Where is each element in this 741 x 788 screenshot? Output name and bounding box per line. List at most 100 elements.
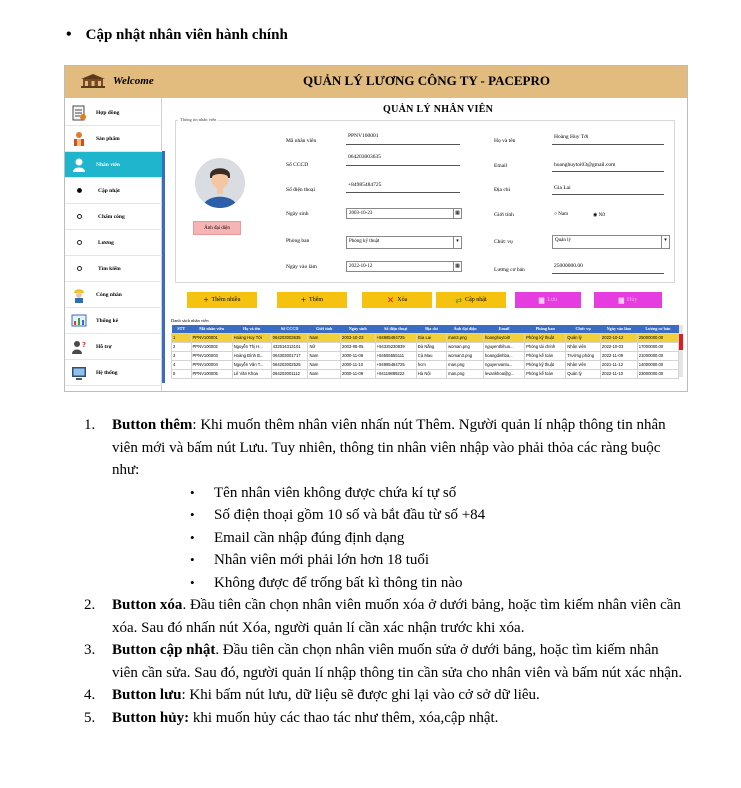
column-header[interactable]: Họ và tên bbox=[232, 325, 272, 333]
citizen-id-field[interactable]: 064203003635 bbox=[348, 154, 381, 160]
table-row[interactable]: 3 PPNV100003 Hoàng Đình B... 06430300171… bbox=[171, 350, 680, 361]
column-header[interactable]: Giới tính bbox=[307, 325, 341, 333]
column-header[interactable]: Mã nhân viên bbox=[191, 325, 233, 333]
department-select[interactable]: Phòng kỹ thuật ▾ bbox=[346, 236, 462, 249]
table-row[interactable]: 4 PPNV100004 Nguyễn Văn T... 06420300252… bbox=[171, 359, 680, 370]
item-title: Button xóa bbox=[112, 597, 183, 613]
sidebar-subitem-update[interactable]: Cập nhật bbox=[65, 178, 162, 204]
radio-empty-icon bbox=[77, 240, 82, 245]
sidebar-subitem-attendance[interactable]: Chấm công bbox=[65, 204, 162, 230]
sidebar-item-employee[interactable]: Nhân viên bbox=[65, 152, 162, 178]
add-many-button[interactable]: + Thêm nhiều bbox=[187, 292, 257, 308]
gender-male-radio[interactable]: ○ Nam bbox=[554, 212, 568, 217]
table-cell: 25000000.00 bbox=[636, 332, 680, 343]
plus-icon: + bbox=[203, 295, 209, 305]
table-row[interactable]: 2 PPNV100002 Nguyễn Thị H... 43251431310… bbox=[171, 341, 680, 352]
gender-female-label: Nữ bbox=[598, 213, 605, 218]
constraint-list: • Tên nhân viên không được chứa kí tự số … bbox=[112, 482, 684, 595]
chevron-down-icon[interactable]: ▾ bbox=[661, 236, 669, 248]
column-header[interactable]: Ảnh đại diện bbox=[446, 325, 484, 333]
item-title: Button lưu bbox=[112, 687, 182, 703]
sidebar-subitem-salary[interactable]: Lương bbox=[65, 230, 162, 256]
sidebar-item-system[interactable]: Hệ thống bbox=[65, 360, 162, 386]
sidebar-subitem-search[interactable]: Tìm kiếm bbox=[65, 256, 162, 282]
column-header[interactable]: Số CCCD bbox=[271, 325, 308, 333]
email-field[interactable]: hoanghuytoi03@gmail.com bbox=[554, 162, 615, 168]
column-header[interactable]: STT bbox=[171, 325, 191, 333]
table-cell: PPNV100004 bbox=[190, 359, 233, 370]
constraint-text: Nhân viên mới phải lớn hơn 18 tuổi bbox=[214, 552, 430, 568]
column-header[interactable]: Lương cơ bản bbox=[637, 325, 679, 333]
table-scrollbar[interactable] bbox=[679, 325, 683, 377]
table-cell: woman.png bbox=[446, 341, 484, 352]
sidebar-item-label: Hợp đồng bbox=[96, 109, 120, 116]
info-panel-caption: Thông tin nhân viên bbox=[178, 117, 219, 122]
full-name-field[interactable]: Hoàng Huy Tới bbox=[554, 134, 589, 140]
add-button[interactable]: + Thêm bbox=[277, 292, 347, 308]
radio-empty-icon bbox=[77, 266, 82, 271]
item-title: Button hủy: bbox=[112, 709, 190, 726]
update-button[interactable]: ⇄ Cập nhật bbox=[436, 292, 506, 308]
table-cell: Nguyễn Thị H... bbox=[231, 341, 272, 352]
table-cell: 21000000.00 bbox=[636, 350, 680, 361]
list-item: 5. Button hủy: khi muốn hủy các thao tác… bbox=[84, 707, 684, 730]
gender-female-radio[interactable]: ◉ Nữ bbox=[593, 212, 605, 218]
constraint-text: Số điện thoại gồm 10 số và bắt đầu từ số… bbox=[214, 507, 486, 523]
sidebar-item-statistics[interactable]: Thống kê bbox=[65, 308, 162, 334]
list-item: 3. Button cập nhật. Đầu tiên cần chọn nh… bbox=[84, 639, 684, 684]
table-cell: Hoàng Huy Tới bbox=[231, 332, 272, 343]
column-header[interactable]: Số điện thoại bbox=[375, 325, 417, 333]
phone-underline bbox=[346, 192, 460, 193]
table-row[interactable]: 1 PPNV100001 Hoàng Huy Tới 064203003635 … bbox=[171, 332, 680, 343]
avatar-button[interactable]: Ảnh đại diện bbox=[193, 221, 241, 235]
sidebar-item-contract[interactable]: Hợp đồng bbox=[65, 100, 162, 126]
calendar-icon[interactable]: ▦ bbox=[453, 209, 461, 218]
column-header[interactable]: Ngày sinh bbox=[340, 325, 376, 333]
constraint-text: Không được để trống bất kì thông tin nào bbox=[214, 574, 463, 591]
delete-button[interactable]: ✕ Xóa bbox=[362, 292, 432, 308]
table-cell: Phòng kế toán bbox=[524, 350, 567, 361]
list-number: 5. bbox=[84, 709, 96, 726]
column-header[interactable]: Ngày vào làm bbox=[600, 325, 638, 333]
table-cell: +84119889222 bbox=[374, 368, 417, 379]
employee-id-field[interactable]: PPNV100001 bbox=[348, 133, 379, 139]
phone-label: Số điện thoại bbox=[286, 187, 316, 193]
table-cell: PPNV100001 bbox=[190, 332, 233, 343]
chevron-down-icon[interactable]: ▾ bbox=[453, 237, 461, 248]
start-date-picker[interactable]: 2022-10-12 ▦ bbox=[346, 261, 462, 272]
gender-label: Giới tính bbox=[494, 212, 514, 218]
calendar-icon[interactable]: ▦ bbox=[453, 262, 461, 271]
sidebar-item-worker[interactable]: Công nhân bbox=[65, 282, 162, 308]
salary-field[interactable]: 25000000.00 bbox=[554, 263, 583, 269]
address-field[interactable]: Gia Lai bbox=[554, 185, 571, 191]
table-row[interactable]: 5 PPNV100005 Lê Văn Khoa 064203001112 Na… bbox=[171, 368, 680, 379]
column-header[interactable]: Phòng ban bbox=[524, 325, 566, 333]
position-select[interactable]: Quản lý ▾ bbox=[552, 235, 670, 249]
table-scrollbar-thumb[interactable] bbox=[679, 334, 683, 350]
constraint-text: Email cần nhập đúng định dạng bbox=[214, 529, 405, 546]
table-cell: 2000-11-10 bbox=[339, 359, 376, 370]
sub-bullet: • bbox=[190, 552, 195, 567]
sidebar-item-support[interactable]: ? Hỗ trợ bbox=[65, 334, 162, 360]
save-button[interactable]: ▆ Lưu bbox=[515, 292, 581, 308]
table-cell: Hà Nội bbox=[415, 368, 448, 379]
table-cell: 064203003635 bbox=[270, 332, 309, 343]
birthdate-label: Ngày sinh bbox=[286, 211, 309, 217]
birthdate-picker[interactable]: 2003-10-23 ▦ bbox=[346, 208, 462, 219]
table-cell: Nam bbox=[307, 332, 341, 343]
table-cell: hoangdinhba... bbox=[482, 350, 526, 361]
table-cell: 2003-10-23 bbox=[339, 332, 376, 343]
welcome-label: Welcome bbox=[113, 75, 154, 87]
heading-bullet: • bbox=[66, 26, 72, 43]
department-label: Phòng ban bbox=[286, 238, 310, 244]
column-header[interactable]: Chức vụ bbox=[565, 325, 601, 333]
phone-field[interactable]: +84985484725 bbox=[348, 182, 381, 188]
sidebar-item-product[interactable]: Sản phẩm bbox=[65, 126, 162, 152]
column-header[interactable]: Email bbox=[483, 325, 525, 333]
cancel-button[interactable]: ▆ Hủy bbox=[594, 292, 662, 308]
start-date-value: 2022-10-12 bbox=[349, 264, 373, 269]
column-header[interactable]: Địa chỉ bbox=[416, 325, 447, 333]
table-cell: 2021-11-12 bbox=[599, 359, 638, 370]
list-number: 3. bbox=[84, 642, 96, 658]
email-underline bbox=[552, 171, 664, 172]
